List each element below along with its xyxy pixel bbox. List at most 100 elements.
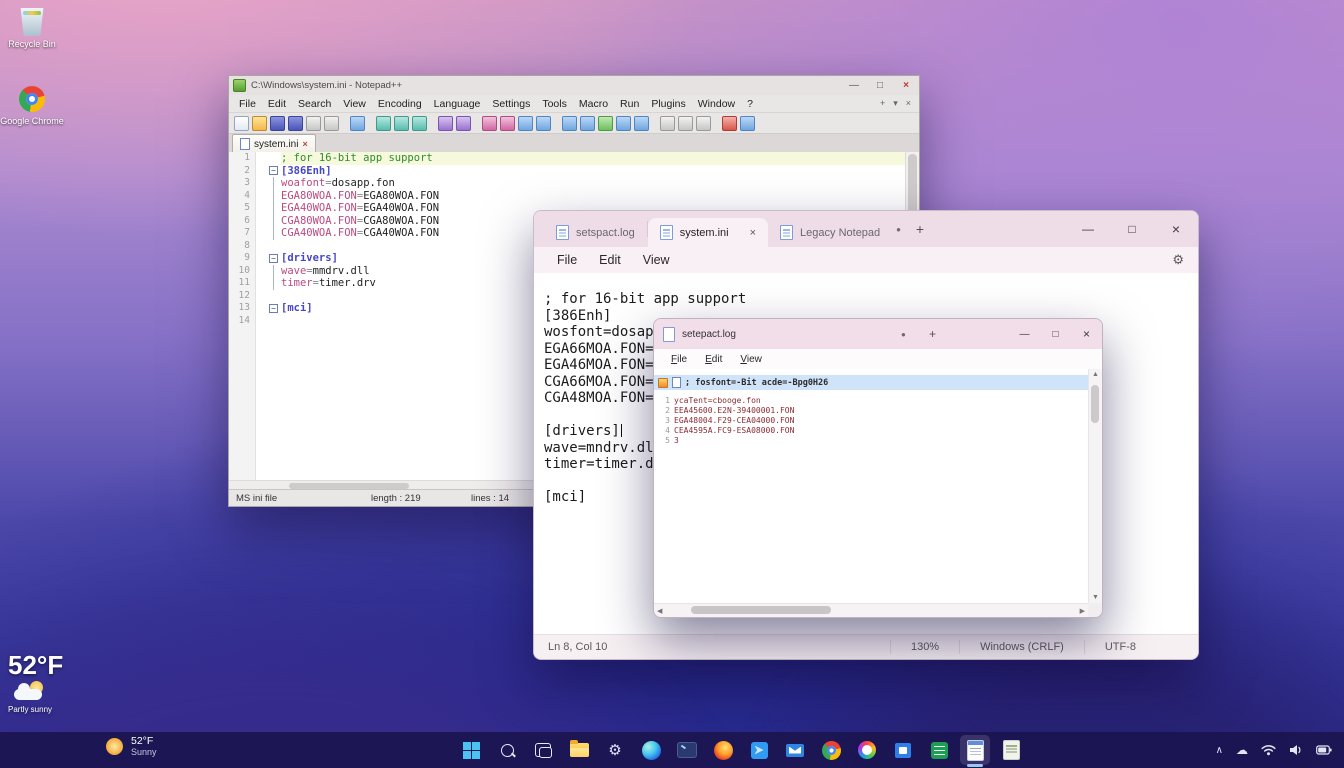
fold-marker[interactable]: − [269,254,278,263]
search-button[interactable] [492,735,522,765]
file-explorer-button[interactable] [564,735,594,765]
scroll-down-icon[interactable]: ▼ [1092,594,1099,601]
desktop-icon-recycle-bin[interactable]: Recycle Bin [0,8,64,49]
menu-run[interactable]: Run [614,98,645,110]
tab-list-icon[interactable]: ▾ [893,98,898,109]
menu-edit[interactable]: Edit [262,98,292,110]
menu-help[interactable]: ? [741,98,759,110]
document-list-icon[interactable] [696,116,711,131]
scrollbar-thumb[interactable] [691,606,831,614]
encoding[interactable]: UTF-8 [1085,641,1156,653]
tab-system-ini[interactable]: system.ini × [648,218,768,247]
menu-macro[interactable]: Macro [573,98,614,110]
sync-vertical-icon[interactable] [562,116,577,131]
minimize-button[interactable]: — [1066,211,1110,247]
close-tab-icon[interactable]: × [906,98,911,109]
mini-titlebar[interactable]: setepact.log ● + — □ × [654,319,1102,349]
tab-close-icon[interactable]: × [750,227,756,239]
volume-icon[interactable] [1289,744,1303,756]
menu-file[interactable]: File [546,250,588,270]
photos-button[interactable] [852,735,882,765]
new-tab-icon[interactable]: + [880,98,885,109]
scrollbar-thumb[interactable] [289,483,409,489]
notepadpp-titlebar[interactable]: C:\Windows\system.ini - Notepad++ — □ × [229,76,919,95]
battery-icon[interactable] [1316,745,1332,755]
desktop-icon-chrome[interactable]: Google Chrome [0,86,64,126]
onedrive-cloud-icon[interactable]: ☁ [1236,743,1248,757]
tab-close-icon[interactable]: × [302,139,307,149]
scroll-left-icon[interactable]: ◀ [657,607,662,615]
close-button[interactable]: × [893,76,919,95]
close-file-icon[interactable] [306,116,321,131]
new-tab-button[interactable]: + [907,216,933,242]
menu-settings[interactable]: Settings [486,98,536,110]
settings-gear-icon[interactable]: ⚙ [1172,252,1184,268]
vscode-button[interactable] [744,735,774,765]
weather-widget[interactable]: 52°F Partly sunny [8,650,63,714]
menu-search[interactable]: Search [292,98,337,110]
menu-file[interactable]: File [233,98,262,110]
scroll-right-icon[interactable]: ▶ [1080,607,1085,615]
menu-language[interactable]: Language [428,98,487,110]
macro-play-icon[interactable] [740,116,755,131]
minimize-button[interactable]: — [841,76,867,95]
menu-file[interactable]: File [662,354,696,365]
tab-system-ini[interactable]: system.ini × [232,134,316,153]
paste-icon[interactable] [412,116,427,131]
zoom-out-icon[interactable] [536,116,551,131]
save-icon[interactable] [270,116,285,131]
word-wrap-icon[interactable] [598,116,613,131]
document-map-icon[interactable] [678,116,693,131]
notepad-titlebar[interactable]: setspact.log system.ini × Legacy Notepad… [534,211,1198,247]
scrollbar-thumb[interactable] [1091,385,1099,423]
find-icon[interactable] [482,116,497,131]
menu-encoding[interactable]: Encoding [372,98,428,110]
sticky-notes-button[interactable] [996,735,1026,765]
chrome-button[interactable] [816,735,846,765]
menu-edit[interactable]: Edit [588,250,632,270]
zoom-in-icon[interactable] [518,116,533,131]
maximize-button[interactable]: □ [1110,211,1154,247]
menu-view[interactable]: View [731,354,771,365]
close-button[interactable]: × [1071,319,1102,349]
function-list-icon[interactable] [660,116,675,131]
start-button[interactable] [456,735,486,765]
close-all-icon[interactable] [324,116,339,131]
menu-plugins[interactable]: Plugins [645,98,691,110]
undo-icon[interactable] [438,116,453,131]
tray-overflow-button[interactable]: ∧ [1216,745,1223,756]
edge-button[interactable] [636,735,666,765]
notepad-button[interactable] [960,735,990,765]
open-file-icon[interactable] [252,116,267,131]
macro-record-icon[interactable] [722,116,737,131]
store-button[interactable] [888,735,918,765]
new-tab-button[interactable]: + [929,327,936,341]
copy-icon[interactable] [394,116,409,131]
menu-view[interactable]: View [337,98,372,110]
menu-view[interactable]: View [632,250,681,270]
tab-legacy-notepad[interactable]: Legacy Notepad [768,218,892,247]
show-symbols-icon[interactable] [616,116,631,131]
redo-icon[interactable] [456,116,471,131]
menu-window[interactable]: Window [692,98,741,110]
replace-icon[interactable] [500,116,515,131]
settings-button[interactable]: ⚙ [600,735,630,765]
scrollbar-thumb[interactable] [908,154,917,214]
wifi-icon[interactable] [1261,744,1276,756]
maximize-button[interactable]: □ [867,76,893,95]
tab-setspact-log[interactable]: setspact.log [544,218,647,247]
menu-edit[interactable]: Edit [696,354,731,365]
taskbar-weather[interactable]: 52°F Sunny [106,735,157,757]
sync-horizontal-icon[interactable] [580,116,595,131]
close-button[interactable]: × [1154,211,1198,247]
indent-guides-icon[interactable] [634,116,649,131]
firefox-button[interactable] [708,735,738,765]
maximize-button[interactable]: □ [1040,319,1071,349]
mini-text-area[interactable]: ; fosfont=-Bit acde=-Bpg0H26 1ycaTent=cb… [654,369,1088,603]
print-icon[interactable] [350,116,365,131]
minimize-button[interactable]: — [1009,319,1040,349]
cut-icon[interactable] [376,116,391,131]
menu-tools[interactable]: Tools [536,98,573,110]
new-file-icon[interactable] [234,116,249,131]
terminal-button[interactable] [672,735,702,765]
